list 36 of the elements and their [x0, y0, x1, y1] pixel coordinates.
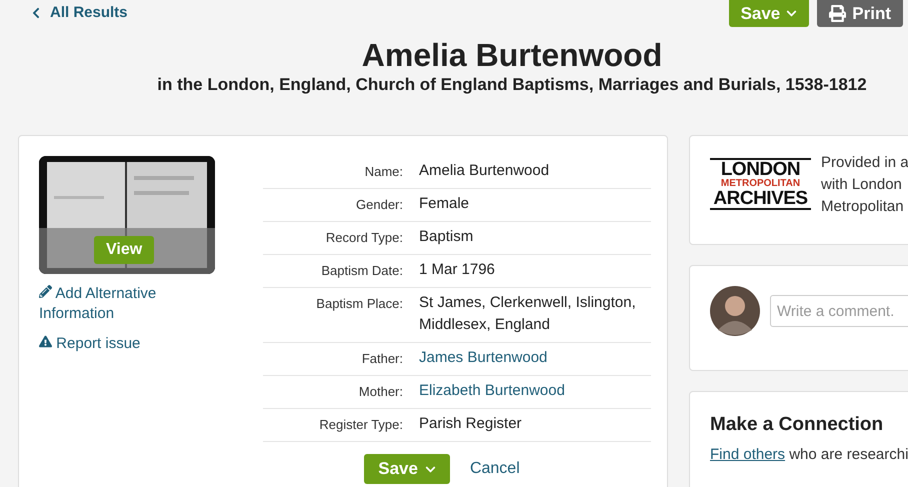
printer-icon: [829, 5, 846, 22]
field-value-link[interactable]: James Burtenwood: [419, 347, 651, 369]
field-value: Parish Register: [419, 414, 523, 434]
field-value-link[interactable]: Elizabeth Burtenwood: [419, 380, 651, 402]
field-value: Baptism: [419, 227, 474, 247]
field-label: Mother:: [358, 383, 403, 400]
field-label: Gender:: [355, 196, 403, 213]
add-information-link[interactable]: Add Alternative Information: [39, 284, 189, 324]
field-label: Baptism Date:: [320, 262, 403, 279]
comment-field[interactable]: Write a comment.: [770, 295, 908, 327]
warning-icon: [39, 335, 52, 348]
field-label: Baptism Place:: [315, 295, 403, 312]
field-label: Register Type:: [318, 416, 403, 433]
field-value: 1 Mar 1796: [419, 260, 496, 280]
caret-icon: [786, 8, 798, 19]
archives-logo: LONDON METROPOLITAN ARCHIVES: [710, 158, 811, 210]
chevron-left-icon: [30, 6, 42, 18]
field-label: Father:: [360, 350, 403, 367]
field-label: Record Type:: [324, 229, 403, 246]
back-link-label: All Results: [50, 4, 128, 21]
field-label: Name:: [364, 163, 403, 180]
find-others-link[interactable]: Find others: [710, 446, 786, 463]
cancel-link[interactable]: Cancel: [470, 460, 520, 478]
print-button[interactable]: Print: [817, 0, 903, 27]
avatar: [710, 286, 760, 336]
field-value: Female: [419, 194, 470, 214]
field-value: St James, Clerkenwell, Islington, Middlesex, England: [419, 293, 637, 335]
page-title: Amelia Burtenwood: [360, 37, 664, 73]
back-link[interactable]: All Results: [30, 4, 128, 21]
section-title: Make a Connection: [710, 414, 884, 436]
pencil-icon: [39, 285, 52, 298]
connection-text: Find others who are researchi: [710, 446, 908, 463]
collection-subtitle: in the London, England, Church of England Baptisms, Marriages and Burials, 1538-1812: [156, 75, 868, 95]
field-value: Amelia Burtenwood: [419, 161, 550, 181]
caret-icon: [424, 464, 436, 474]
report-issue-link[interactable]: Report issue: [39, 334, 189, 354]
